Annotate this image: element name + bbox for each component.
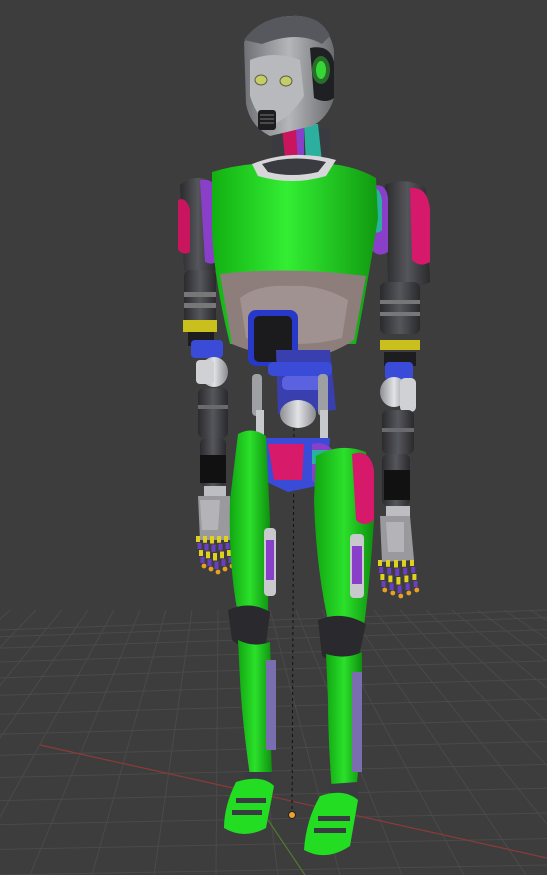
x-axis-line	[39, 744, 547, 859]
right-eye-icon	[254, 74, 268, 86]
right-leg[interactable]	[224, 430, 276, 834]
y-axis-line	[267, 819, 306, 875]
left-arm[interactable]	[370, 181, 430, 599]
left-foot	[304, 792, 358, 856]
head[interactable]	[244, 15, 334, 136]
origin-marker[interactable]	[288, 811, 296, 819]
left-eye-icon	[279, 75, 293, 87]
left-hand-fingers	[378, 560, 420, 599]
3d-viewport[interactable]	[0, 0, 547, 875]
torso[interactable]	[212, 154, 378, 366]
right-hand-fingers	[196, 536, 235, 575]
